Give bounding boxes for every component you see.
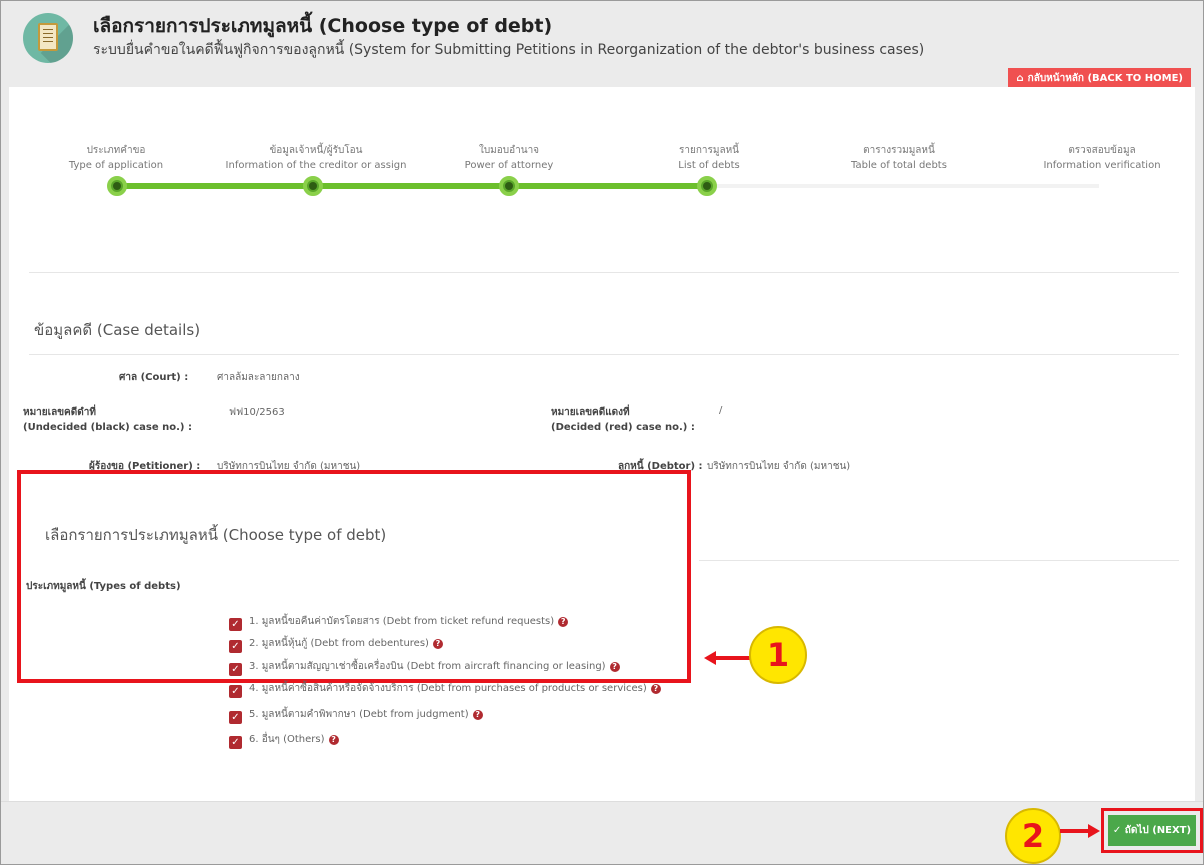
check-icon: ✓ [1112, 825, 1125, 836]
wizard-step-creditor-info[interactable]: ข้อมูลเจ้าหนี้/ผู้รับโอน Information of … [221, 143, 411, 173]
checkbox-checked-icon[interactable]: ✓ [229, 663, 242, 676]
step-label-th: ตารางรวมมูลหนี้ [863, 145, 935, 156]
step-label-th: รายการมูลหนี้ [678, 145, 740, 156]
checkbox-checked-icon[interactable]: ✓ [229, 618, 242, 631]
page-subtitle: ระบบยื่นคำขอในคดีฟื้นฟูกิจการของลูกหนี้ … [93, 42, 925, 58]
page-title: เลือกรายการประเภทมูลหนี้ (Choose type of… [93, 15, 553, 37]
divider [699, 560, 1179, 561]
step-label-th: ใบมอบอำนาจ [478, 145, 540, 156]
callout-1-arrow [714, 656, 750, 660]
debtor-value: บริษัทการบินไทย จำกัด (มหาชน) [707, 461, 851, 472]
checkbox-checked-icon[interactable]: ✓ [229, 640, 242, 653]
help-icon[interactable]: ? [432, 639, 443, 649]
next-button-highlight: ✓ ถัดไป (NEXT) [1101, 808, 1203, 853]
checkbox-checked-icon[interactable]: ✓ [229, 685, 242, 698]
step-label-th: ข้อมูลเจ้าหนี้/ผู้รับโอน [269, 145, 363, 156]
wizard-dot-3 [499, 176, 519, 196]
gutter-left [1, 87, 9, 803]
red-case-value: / [719, 405, 723, 416]
document-icon [38, 23, 58, 51]
page-header: เลือกรายการประเภทมูลหนี้ (Choose type of… [1, 1, 1203, 90]
debt-type-option-6[interactable]: ✓ 6. อื่นๆ (Others)? [229, 732, 339, 749]
checkbox-checked-icon[interactable]: ✓ [229, 711, 242, 724]
red-case-label-th: หมายเลขคดีแดงที่ [551, 407, 630, 418]
debt-type-label: 4. มูลหนี้ค่าซื้อสินค้าหรือจัดจ้างบริการ… [249, 683, 647, 694]
wizard-dot-1 [107, 176, 127, 196]
help-icon[interactable]: ? [472, 710, 483, 720]
callout-1-badge: 1 [749, 626, 807, 684]
debt-type-label: 3. มูลหนี้ตามสัญญาเช่าซื้อเครื่องบิน (De… [249, 661, 606, 672]
help-icon[interactable]: ? [558, 617, 569, 627]
step-label-en: Information of the creditor or assign [225, 160, 407, 171]
red-case-label-en: (Decided (red) case no.) : [551, 422, 695, 433]
divider [29, 354, 1179, 355]
debt-type-label: 1. มูลหนี้ขอคืนค่าบัตรโดยสาร (Debt from … [249, 616, 555, 627]
app-logo [23, 13, 73, 63]
help-icon[interactable]: ? [328, 735, 339, 745]
black-case-value: ฟฟ10/2563 [229, 407, 285, 418]
next-button[interactable]: ✓ ถัดไป (NEXT) [1108, 815, 1196, 846]
wizard-step-table-of-total-debts[interactable]: ตารางรวมมูลหนี้ Table of total debts [839, 143, 959, 173]
wizard-step-list-of-debts[interactable]: รายการมูลหนี้ List of debts [659, 143, 759, 173]
debt-type-option-1[interactable]: ✓ 1. มูลหนี้ขอคืนค่าบัตรโดยสาร (Debt from… [229, 614, 569, 631]
court-label: ศาล (Court) : [119, 372, 189, 383]
step-label-en: Power of attorney [464, 160, 554, 171]
wizard-step-information-verification[interactable]: ตรวจสอบข้อมูล Information verification [1037, 143, 1167, 173]
step-label-en: Table of total debts [851, 160, 947, 171]
step-label-en: Information verification [1043, 160, 1161, 171]
debt-type-label: 2. มูลหนี้หุ้นกู้ (Debt from debentures) [249, 638, 429, 649]
debt-type-option-3[interactable]: ✓ 3. มูลหนี้ตามสัญญาเช่าซื้อเครื่องบิน (D… [229, 659, 620, 676]
wizard-track-progress [115, 183, 709, 189]
wizard-track-remaining [709, 184, 1099, 188]
black-case-label-en: (Undecided (black) case no.) : [23, 422, 192, 433]
help-icon[interactable]: ? [650, 684, 661, 694]
debt-type-option-5[interactable]: ✓ 5. มูลหนี้ตามคำพิพากษา (Debt from judgm… [229, 707, 483, 724]
wizard-dot-2 [303, 176, 323, 196]
help-icon[interactable]: ? [609, 662, 620, 672]
step-label-en: Type of application [68, 160, 164, 171]
callout-2-arrow [1060, 829, 1090, 833]
debt-types-label: ประเภทมูลหนี้ (Types of debts) [26, 581, 181, 592]
debt-type-option-2[interactable]: ✓ 2. มูลหนี้หุ้นกู้ (Debt from debentures… [229, 636, 443, 653]
black-case-label-th: หมายเลขคดีดำที่ [23, 407, 96, 418]
step-label-en: List of debts [678, 160, 740, 171]
debt-type-label: 6. อื่นๆ (Others) [249, 734, 325, 745]
wizard-step-power-of-attorney[interactable]: ใบมอบอำนาจ Power of attorney [449, 143, 569, 173]
gutter-right [1195, 87, 1203, 803]
next-button-label: ถัดไป (NEXT) [1124, 825, 1192, 836]
arrow-right-icon [1088, 824, 1100, 838]
back-to-home-label: กลับหน้าหลัก (BACK TO HOME) [1027, 73, 1183, 84]
divider [29, 272, 1179, 273]
step-label-th: ตรวจสอบข้อมูล [1068, 145, 1136, 156]
debt-type-option-4[interactable]: ✓ 4. มูลหนี้ค่าซื้อสินค้าหรือจัดจ้างบริกา… [229, 681, 661, 698]
callout-2-badge: 2 [1005, 808, 1061, 864]
step-label-th: ประเภทคำขอ [86, 145, 146, 156]
debt-type-label: 5. มูลหนี้ตามคำพิพากษา (Debt from judgme… [249, 709, 469, 720]
checkbox-checked-icon[interactable]: ✓ [229, 736, 242, 749]
wizard-dot-4 [697, 176, 717, 196]
case-details-heading: ข้อมูลคดี (Case details) [34, 321, 201, 339]
wizard-step-type-of-application[interactable]: ประเภทคำขอ Type of application [61, 143, 171, 173]
court-value: ศาลล้มละลายกลาง [217, 372, 300, 383]
